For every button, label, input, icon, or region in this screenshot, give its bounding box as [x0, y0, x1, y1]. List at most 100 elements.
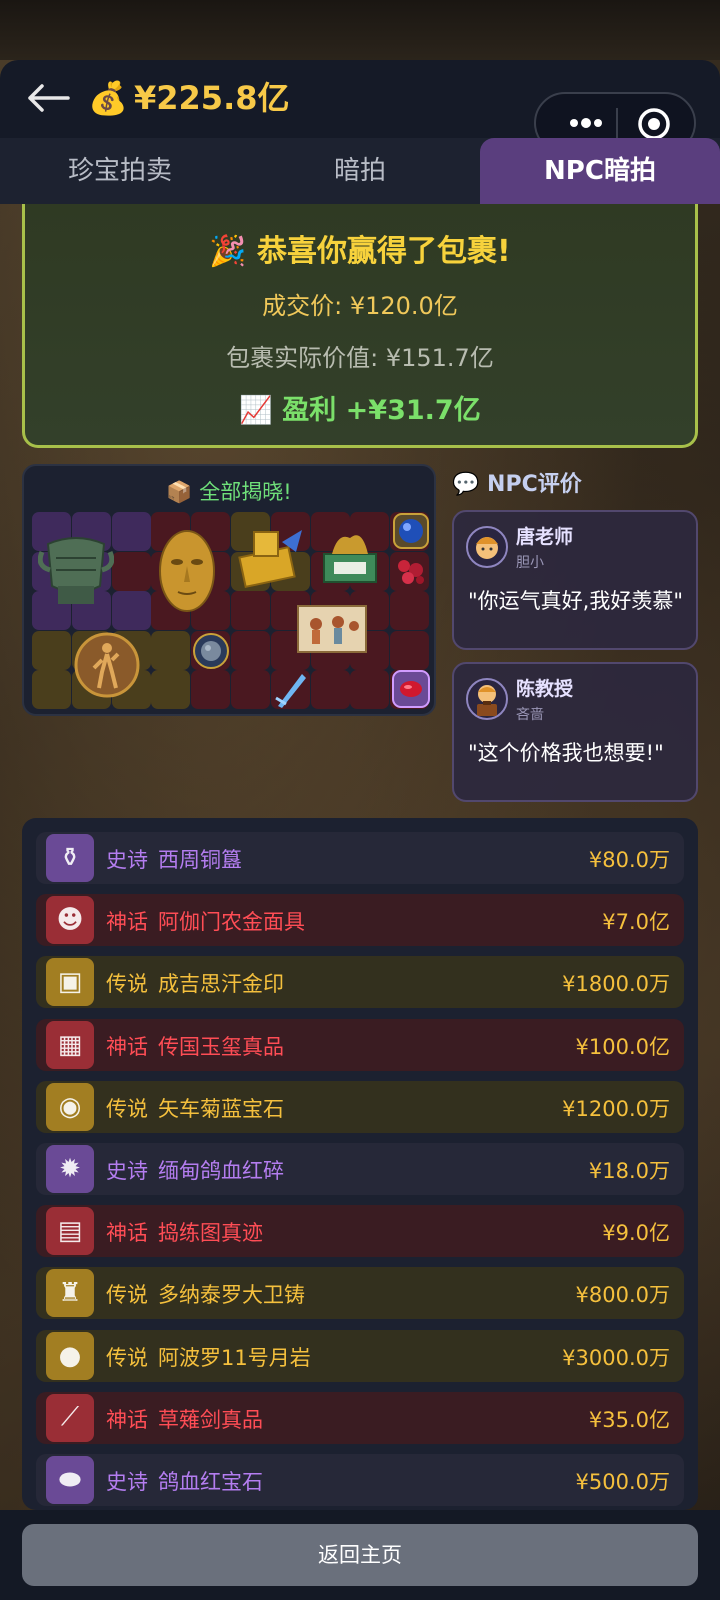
- capsule-divider: [616, 108, 618, 140]
- item-rarity: 史诗: [106, 1470, 148, 1494]
- item-price: ¥35.0亿: [588, 1407, 670, 1432]
- item-price: ¥80.0万: [588, 848, 670, 872]
- item-row[interactable]: ● 传说 阿波罗11号月岩 ¥3000.0万: [36, 1329, 684, 1382]
- return-home-button[interactable]: 返回主页: [22, 1524, 698, 1586]
- item-name: 西周铜簋: [158, 848, 242, 872]
- item-rarity: 神话: [106, 1407, 148, 1432]
- grid-cell: [390, 591, 430, 631]
- avatar: [466, 678, 508, 720]
- actual-value: 包裹实际价值: ¥151.7亿: [226, 344, 494, 372]
- item-price: ¥100.0亿: [575, 1034, 670, 1059]
- item-name: 草薙剑真品: [158, 1407, 263, 1432]
- item-price: ¥1800.0万: [562, 972, 670, 997]
- jade-seal-icon: ▦: [46, 1020, 94, 1069]
- item-rarity: 传说: [106, 1096, 148, 1121]
- item-price: ¥7.0亿: [602, 910, 670, 935]
- grid-cell: [111, 512, 151, 551]
- item-rarity: 神话: [106, 1034, 148, 1059]
- item-price: ¥800.0万: [575, 1283, 670, 1308]
- item-name: 鸽血红宝石: [158, 1470, 263, 1494]
- npc-name: 陈教授: [516, 678, 574, 700]
- item-price: ¥18.0万: [588, 1159, 670, 1183]
- tab-treasure-auction[interactable]: 珍宝拍卖: [0, 138, 240, 204]
- item-name: 矢车菊蓝宝石: [158, 1096, 284, 1121]
- more-dots-icon: [570, 118, 602, 128]
- npc-review-title: 💬 NPC评价: [452, 472, 582, 497]
- item-name: 成吉思汗金印: [158, 972, 284, 997]
- painting-scroll-icon: [294, 600, 370, 658]
- grid-cell: [151, 670, 191, 710]
- item-grid: [32, 512, 430, 710]
- close-miniprogram-button[interactable]: [636, 106, 672, 142]
- sapphire-icon: ◉: [46, 1082, 94, 1131]
- grid-cell: [151, 630, 191, 670]
- npc-quote: "你运气真好,我好羡慕": [468, 589, 683, 613]
- grid-cell: [350, 670, 390, 710]
- sword-icon: [272, 670, 312, 710]
- item-row[interactable]: ⟋ 神话 草薙剑真品 ¥35.0亿: [36, 1391, 684, 1444]
- item-row[interactable]: ▤ 神话 捣练图真迹 ¥9.0亿: [36, 1205, 684, 1258]
- npc-quote: "这个价格我也想要!": [468, 741, 664, 765]
- item-price: ¥3000.0万: [562, 1345, 670, 1370]
- npc-review-card: 唐老师 胆小 "你运气真好,我好羡慕": [452, 510, 698, 650]
- moon-rock-icon: ●: [46, 1331, 94, 1380]
- item-rarity: 传说: [106, 1345, 148, 1370]
- top-backdrop: [0, 0, 720, 60]
- grid-cell: [231, 670, 270, 710]
- item-row[interactable]: ✹ 史诗 缅甸鸽血红碎 ¥18.0万: [36, 1143, 684, 1195]
- grid-cell: [32, 670, 71, 710]
- painting-scroll-icon: ▤: [46, 1207, 94, 1256]
- npc-trait: 胆小: [516, 555, 544, 571]
- grid-cell: [231, 591, 270, 631]
- gold-mask-icon: ☻: [46, 896, 94, 945]
- item-rarity: 史诗: [106, 1159, 148, 1183]
- grid-cell: [310, 670, 350, 710]
- tab-blind-auction[interactable]: 暗拍: [240, 138, 480, 204]
- back-button[interactable]: [24, 78, 72, 118]
- gold-seal-icon: [234, 522, 306, 592]
- teacher-avatar-icon: [476, 537, 498, 559]
- item-row[interactable]: ⬬ 史诗 鸽血红宝石 ¥500.0万: [36, 1454, 684, 1506]
- ruby-icon: [392, 670, 430, 708]
- item-rarity: 史诗: [106, 848, 148, 872]
- item-row[interactable]: ☻ 神话 阿伽门农金面具 ¥7.0亿: [36, 894, 684, 947]
- bottom-bar: 返回主页: [0, 1510, 720, 1600]
- ruby-icon: ⬬: [46, 1456, 94, 1504]
- target-circle-icon: [638, 108, 670, 140]
- professor-avatar-icon: [477, 685, 497, 716]
- item-rarity: 神话: [106, 1221, 148, 1246]
- back-arrow-icon: [28, 84, 70, 112]
- bronze-vessel-icon: [38, 524, 114, 614]
- bronze-statue-icon: [72, 630, 142, 700]
- gold-seal-icon: ▣: [46, 958, 94, 1007]
- grid-cell: [111, 551, 151, 591]
- item-row[interactable]: ⚱ 史诗 西周铜簋 ¥80.0万: [36, 832, 684, 884]
- moon-rock-icon: [192, 632, 230, 670]
- more-options-button[interactable]: [566, 108, 606, 138]
- sword-icon: ⟋: [46, 1393, 94, 1442]
- jade-seal-icon: [314, 518, 386, 590]
- grid-cell: [390, 630, 430, 670]
- item-row[interactable]: ◉ 传说 矢车菊蓝宝石 ¥1200.0万: [36, 1080, 684, 1133]
- bronze-vessel-icon: ⚱: [46, 834, 94, 882]
- grid-cell: [191, 670, 231, 710]
- deal-price: 成交价: ¥120.0亿: [262, 292, 458, 320]
- item-name: 传国玉玺真品: [158, 1034, 284, 1059]
- grid-cell: [231, 630, 270, 670]
- sapphire-icon: [392, 512, 430, 550]
- item-name: 缅甸鸽血红碎: [158, 1159, 284, 1183]
- item-list: ⚱ 史诗 西周铜簋 ¥80.0万 ☻ 神话 阿伽门农金面具 ¥7.0亿 ▣ 传说 成吉思汗金印 ¥18…: [22, 818, 698, 1510]
- gold-mask-icon: [156, 526, 218, 616]
- item-rarity: 神话: [106, 910, 148, 935]
- ruby-shards-icon: [392, 552, 430, 590]
- item-row[interactable]: ♜ 传说 多纳泰罗大卫铸 ¥800.0万: [36, 1267, 684, 1320]
- tab-bar: 珍宝拍卖 暗拍 NPC暗拍: [0, 138, 720, 204]
- item-row[interactable]: ▣ 传说 成吉思汗金印 ¥1800.0万: [36, 956, 684, 1009]
- money-bag-icon: 💰: [88, 79, 128, 117]
- item-name: 多纳泰罗大卫铸: [158, 1283, 305, 1308]
- tab-npc-blind-auction[interactable]: NPC暗拍: [480, 138, 720, 204]
- item-row[interactable]: ▦ 神话 传国玉玺真品 ¥100.0亿: [36, 1018, 684, 1071]
- item-price: ¥1200.0万: [562, 1096, 670, 1121]
- npc-name: 唐老师: [516, 526, 574, 548]
- win-title: 🎉 恭喜你赢得了包裹!: [209, 234, 511, 269]
